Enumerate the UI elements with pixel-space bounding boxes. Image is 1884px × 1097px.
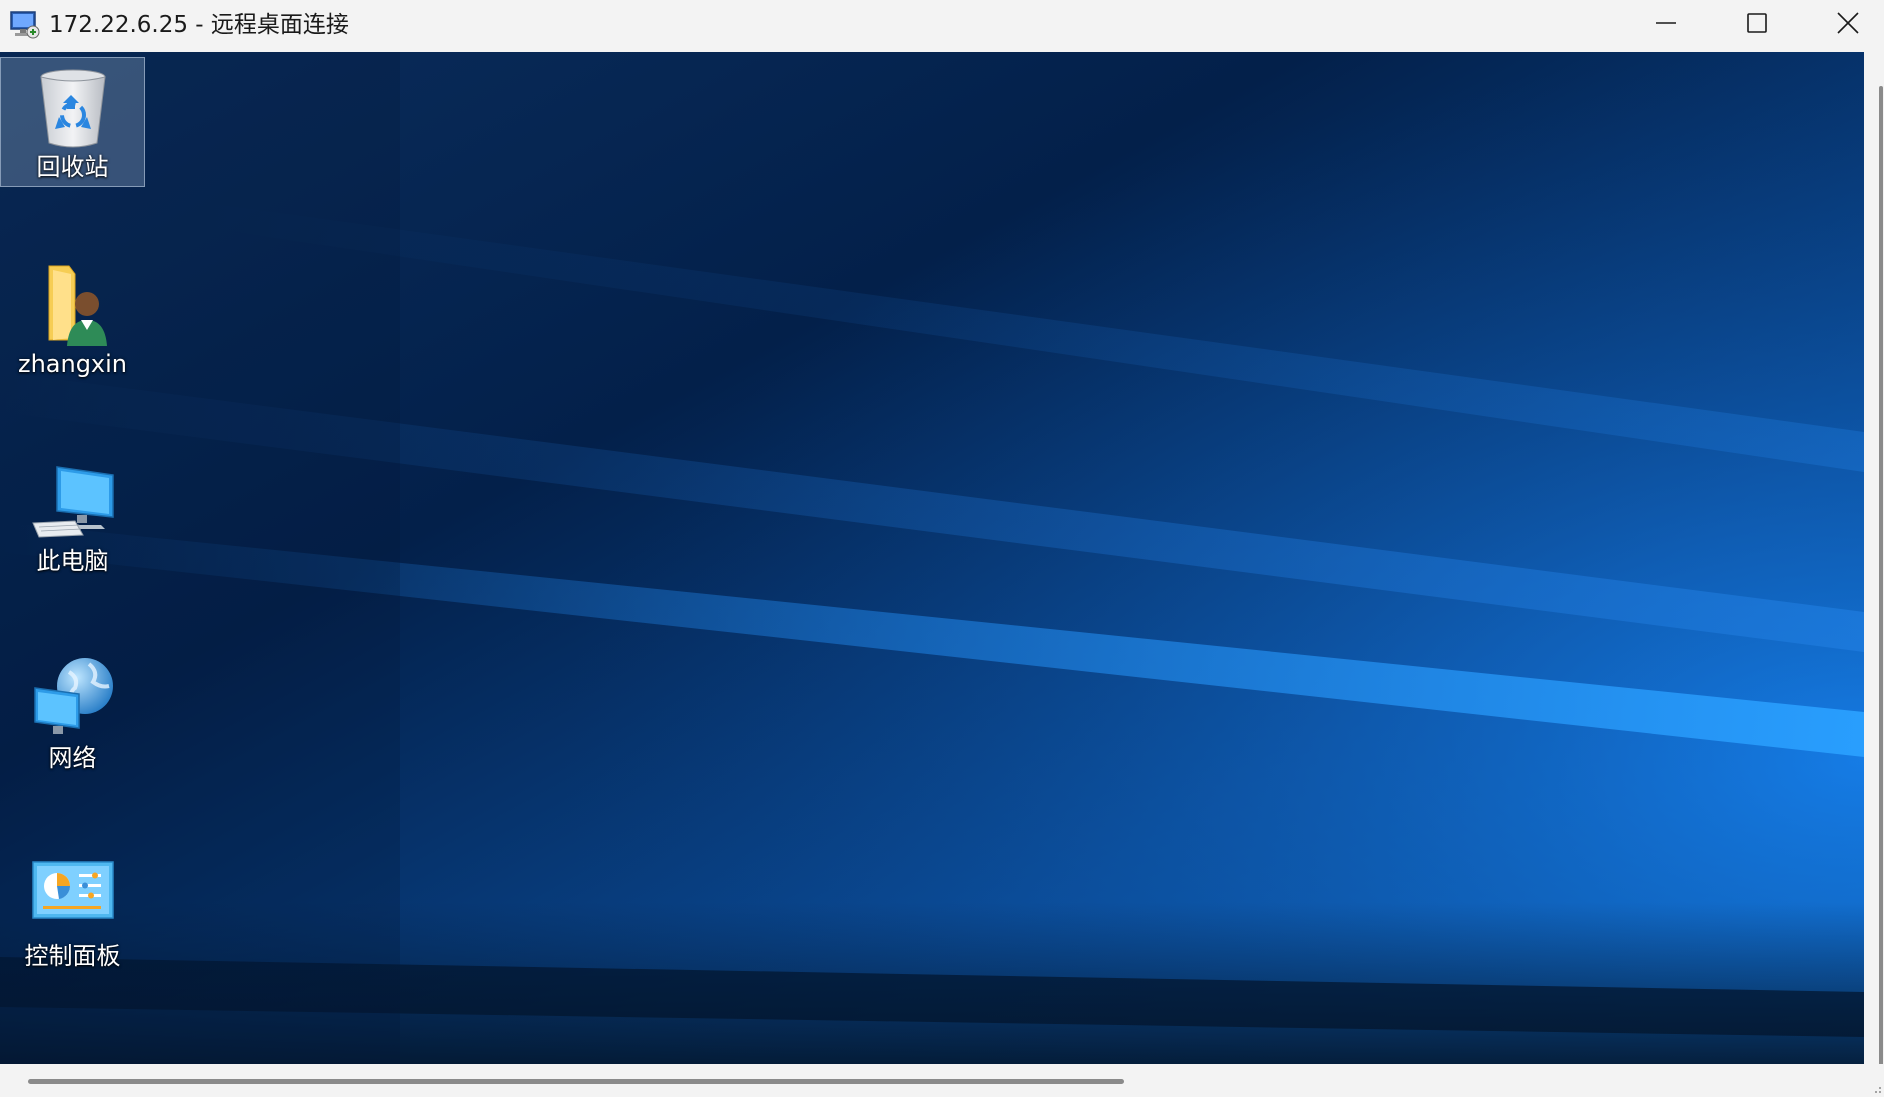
desktop-icon-network[interactable]: 网络 — [0, 649, 145, 779]
desktop-icon-label: zhangxin — [17, 350, 128, 378]
horizontal-scrollbar-thumb[interactable] — [28, 1079, 1124, 1084]
desktop-icon-label: 网络 — [48, 744, 97, 772]
recycle-bin-icon — [39, 69, 106, 148]
title-bar[interactable]: 172.22.6.25 - 远程桌面连接 — [0, 0, 1884, 52]
remote-desktop-surface[interactable]: 回收站 zhangxin 此电脑 网络 控制面板 — [0, 52, 1864, 1064]
desktop-icon-this-pc[interactable]: 此电脑 — [0, 452, 145, 582]
remote-desktop-app-icon — [10, 11, 40, 39]
desktop-wallpaper — [0, 52, 1864, 1064]
control-panel-icon — [31, 861, 114, 919]
resize-grip-icon[interactable] — [1874, 1086, 1882, 1094]
close-icon — [1837, 12, 1859, 34]
remote-desktop-window: 172.22.6.25 - 远程桌面连接 回收站 zhangxin 此电脑 网络… — [0, 0, 1884, 1097]
network-icon — [33, 658, 113, 734]
user-folder-icon — [48, 265, 107, 346]
desktop-icon-control-panel[interactable]: 控制面板 — [0, 847, 145, 977]
desktop-icon-user-folder[interactable]: zhangxin — [0, 255, 145, 385]
computer-icon — [31, 466, 114, 538]
maximize-button[interactable] — [1712, 0, 1802, 46]
window-title: 172.22.6.25 - 远程桌面连接 — [49, 12, 349, 38]
desktop-icon-recycle-bin[interactable]: 回收站 — [0, 57, 145, 187]
desktop-icon-label: 控制面板 — [24, 942, 121, 970]
vertical-scrollbar-thumb[interactable] — [1879, 86, 1883, 1086]
maximize-icon — [1747, 13, 1767, 33]
minimize-icon — [1656, 22, 1676, 24]
close-button[interactable] — [1803, 0, 1884, 46]
desktop-icon-label: 回收站 — [36, 153, 109, 181]
minimize-button[interactable] — [1621, 0, 1711, 46]
desktop-icon-label: 此电脑 — [36, 547, 109, 575]
